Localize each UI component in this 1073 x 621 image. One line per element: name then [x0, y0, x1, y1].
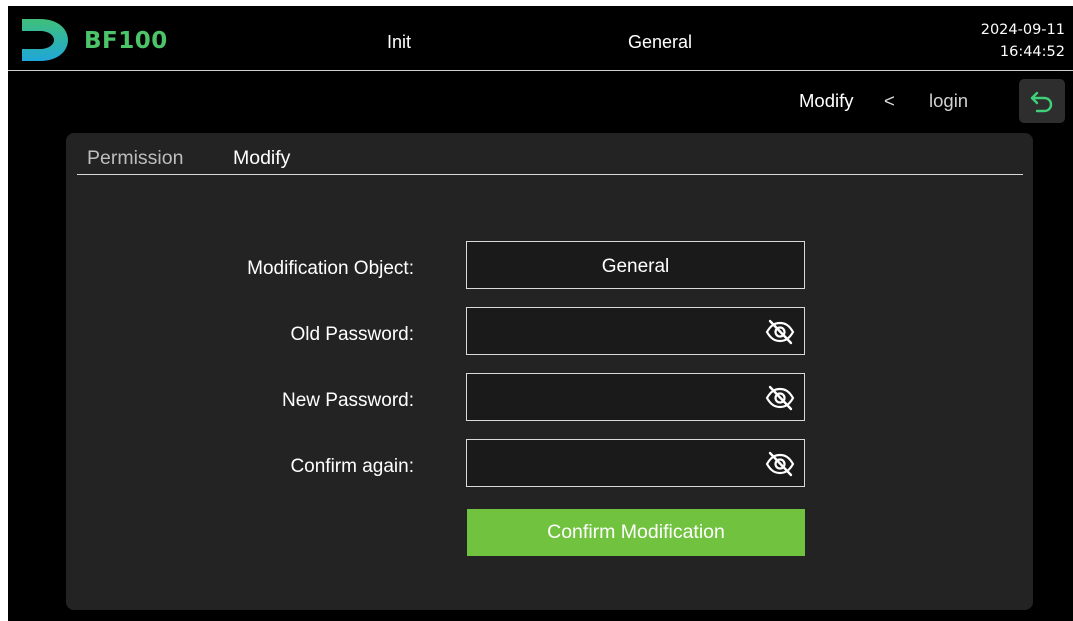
clock: 2024-09-11 16:44:52	[981, 19, 1065, 63]
confirm-modification-button[interactable]: Confirm Modification	[467, 509, 805, 556]
clock-date: 2024-09-11	[980, 22, 1065, 38]
confirm-password-label: Confirm again:	[290, 456, 414, 477]
clock-time: 16:44:52	[999, 44, 1065, 60]
confirm-password-input[interactable]	[479, 448, 753, 480]
modification-object-label: Modification Object:	[247, 258, 414, 279]
eye-slash-icon[interactable]	[764, 451, 796, 477]
top-bar: BF100 Init General 2024-09-11 16:44:52	[8, 6, 1073, 71]
tab-modify[interactable]: Modify	[233, 147, 290, 170]
old-password-input[interactable]	[479, 316, 753, 348]
undo-arrow-icon	[1030, 91, 1053, 113]
breadcrumb-separator: <	[884, 90, 895, 111]
old-password-label: Old Password:	[290, 324, 414, 345]
tab-divider	[77, 174, 1023, 175]
menu-init[interactable]: Init	[387, 32, 411, 53]
d-logo-icon	[22, 19, 68, 61]
brand-name: BF100	[84, 28, 168, 54]
back-button[interactable]	[1019, 79, 1065, 123]
menu-general[interactable]: General	[628, 32, 692, 53]
old-password-box	[466, 307, 805, 355]
breadcrumb-login-link[interactable]: login	[929, 90, 968, 112]
tab-permission[interactable]: Permission	[87, 147, 183, 170]
modify-panel: Permission Modify Modification Object: G…	[66, 133, 1033, 610]
modification-object-select[interactable]: General	[466, 241, 805, 289]
app-screen: BF100 Init General 2024-09-11 16:44:52 M…	[8, 6, 1073, 621]
new-password-label: New Password:	[282, 390, 414, 411]
eye-slash-icon[interactable]	[764, 385, 796, 411]
new-password-box	[466, 373, 805, 421]
confirm-password-box	[466, 439, 805, 487]
eye-slash-icon[interactable]	[764, 319, 796, 345]
modification-object-value: General	[601, 256, 670, 277]
new-password-input[interactable]	[479, 382, 753, 414]
breadcrumb-current: Modify	[799, 90, 854, 111]
